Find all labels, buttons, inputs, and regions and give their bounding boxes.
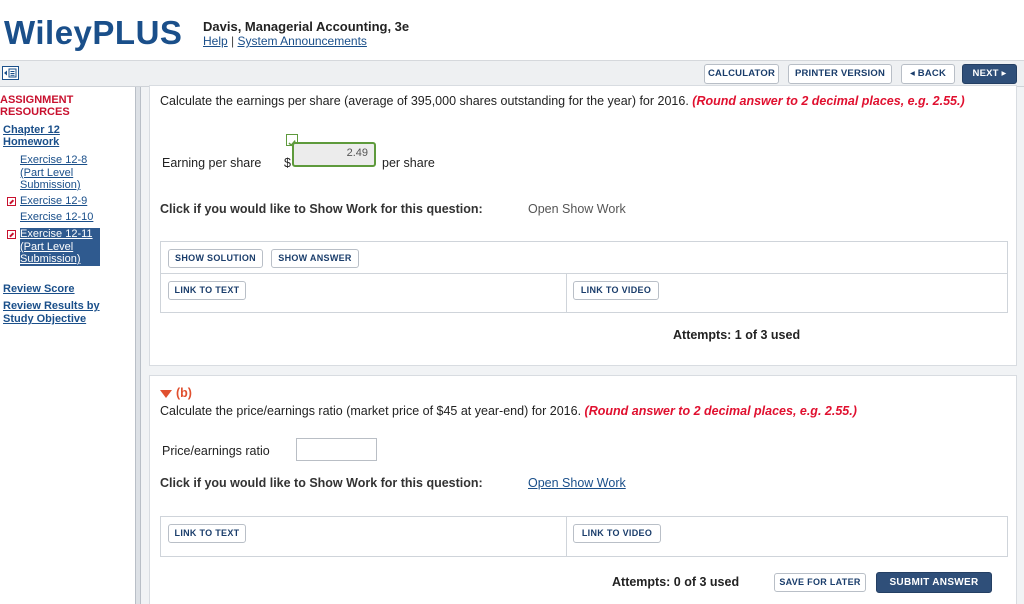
flag-icon bbox=[7, 230, 16, 239]
assignment-sidebar: ASSIGNMENT RESOURCES Chapter 12 Homework… bbox=[0, 87, 136, 604]
price-earnings-ratio-input[interactable] bbox=[296, 438, 377, 461]
link-separator: | bbox=[231, 34, 235, 48]
calculator-button[interactable]: CALCULATOR bbox=[704, 64, 779, 84]
divider bbox=[566, 517, 567, 556]
part-b-link-to-text-button[interactable]: LINK TO TEXT bbox=[168, 524, 246, 543]
earning-per-share-input[interactable]: 2.49 bbox=[292, 142, 376, 167]
part-b-toggle[interactable]: (b) bbox=[160, 386, 192, 400]
part-a-question-text: Calculate the earnings per share (averag… bbox=[160, 94, 689, 108]
submit-answer-button[interactable]: SUBMIT ANSWER bbox=[876, 572, 992, 593]
sidebar-item-exercise-12-8[interactable]: Exercise 12-8 (Part Level Submission) bbox=[20, 154, 112, 192]
part-a-panel: Calculate the earnings per share (averag… bbox=[149, 85, 1017, 366]
part-b-link-to-video-button[interactable]: LINK TO VIDEO bbox=[573, 524, 661, 543]
course-title: Davis, Managerial Accounting, 3e bbox=[203, 19, 410, 34]
part-b-show-work-prompt: Click if you would like to Show Work for… bbox=[160, 476, 483, 490]
part-a-resources-box: SHOW SOLUTION SHOW ANSWER LINK TO TEXT L… bbox=[160, 241, 1008, 313]
part-a-link-to-video-button[interactable]: LINK TO VIDEO bbox=[573, 281, 659, 300]
part-b-panel: (b) Calculate the price/earnings ratio (… bbox=[149, 375, 1017, 604]
part-b-question-text: Calculate the price/earnings ratio (mark… bbox=[160, 404, 582, 418]
help-link[interactable]: Help bbox=[203, 34, 228, 48]
printer-version-button[interactable]: PRINTER VERSION bbox=[788, 64, 892, 84]
part-b-attempts: Attempts: 0 of 3 used bbox=[612, 575, 740, 589]
chapter-homework-link[interactable]: Chapter 12 Homework bbox=[3, 124, 103, 148]
part-a-attempts: Attempts: 1 of 3 used bbox=[673, 328, 801, 342]
back-button[interactable]: ◂ BACK bbox=[901, 64, 955, 84]
review-results-link[interactable]: Review Results by Study Objective bbox=[3, 300, 123, 326]
divider bbox=[161, 273, 1007, 274]
page-header: WileyPLUS Davis, Managerial Accounting, … bbox=[0, 0, 1024, 60]
save-for-later-button[interactable]: SAVE FOR LATER bbox=[774, 573, 866, 592]
per-share-unit: per share bbox=[382, 156, 435, 170]
part-b-label: (b) bbox=[176, 386, 192, 400]
chevron-down-icon bbox=[160, 389, 172, 398]
currency-symbol: $ bbox=[284, 156, 291, 170]
system-announcements-link[interactable]: System Announcements bbox=[238, 34, 367, 48]
wileyplus-logo[interactable]: WileyPLUS bbox=[4, 14, 182, 52]
show-answer-button[interactable]: SHOW ANSWER bbox=[271, 249, 359, 268]
divider bbox=[566, 273, 567, 313]
sidebar-item-exercise-12-9[interactable]: Exercise 12-9 bbox=[20, 195, 112, 208]
list-toggle-icon bbox=[4, 68, 17, 78]
price-earnings-ratio-label: Price/earnings ratio bbox=[162, 444, 270, 458]
assignment-resources-heading: ASSIGNMENT RESOURCES bbox=[0, 94, 74, 118]
part-b-question: Calculate the price/earnings ratio (mark… bbox=[160, 404, 1000, 419]
part-b-open-show-work-link[interactable]: Open Show Work bbox=[528, 476, 626, 490]
header-links: Help | System Announcements bbox=[203, 34, 367, 48]
part-b-rounding-instruction: (Round answer to 2 decimal places, e.g. … bbox=[584, 404, 857, 418]
collapse-sidebar-button[interactable] bbox=[2, 66, 19, 80]
next-button[interactable]: NEXT ▸ bbox=[962, 64, 1017, 84]
sidebar-item-exercise-12-11[interactable]: Exercise 12-11 (Part Level Submission) bbox=[20, 228, 100, 266]
earning-per-share-label: Earning per share bbox=[162, 156, 262, 170]
main-content: Calculate the earnings per share (averag… bbox=[141, 85, 1024, 604]
part-b-resources-box: LINK TO TEXT LINK TO VIDEO bbox=[160, 516, 1008, 557]
sidebar-item-exercise-12-10[interactable]: Exercise 12-10 bbox=[20, 211, 112, 224]
part-a-show-work-prompt: Click if you would like to Show Work for… bbox=[160, 202, 483, 216]
show-solution-button[interactable]: SHOW SOLUTION bbox=[168, 249, 263, 268]
review-score-link[interactable]: Review Score bbox=[3, 283, 123, 296]
toolbar: CALCULATOR PRINTER VERSION ◂ BACK NEXT ▸ bbox=[0, 60, 1024, 87]
flag-icon bbox=[7, 197, 16, 206]
part-a-rounding-instruction: (Round answer to 2 decimal places, e.g. … bbox=[692, 94, 965, 108]
wileyplus-app: WileyPLUS Davis, Managerial Accounting, … bbox=[0, 0, 1024, 604]
part-a-question: Calculate the earnings per share (averag… bbox=[160, 94, 1000, 109]
part-a-link-to-text-button[interactable]: LINK TO TEXT bbox=[168, 281, 246, 300]
part-a-open-show-work-link[interactable]: Open Show Work bbox=[528, 202, 626, 216]
